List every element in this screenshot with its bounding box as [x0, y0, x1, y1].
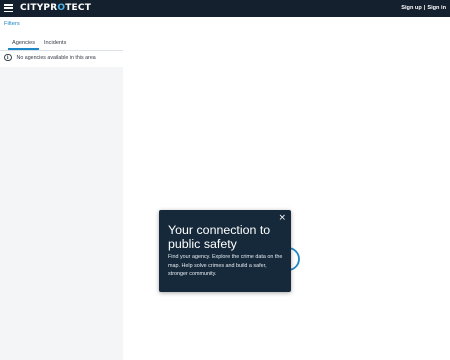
city-protect-logo[interactable]: CITYPROTECT [20, 3, 91, 14]
sidebar-panel: Filters Agencies Incidents i No agencies… [0, 17, 123, 360]
tab-divider [0, 49, 123, 51]
no-agencies-notice: i No agencies available in this area [4, 53, 96, 62]
sign-up-link[interactable]: Sign up [401, 5, 422, 11]
info-icon: i [4, 53, 12, 62]
filters-link[interactable]: Filters [4, 21, 20, 27]
auth-links: Sign up | Sign in [401, 4, 446, 13]
top-navbar: CITYPROTECT Sign up | Sign in [0, 0, 450, 17]
logo-text-start: CITYPR [20, 3, 58, 13]
popup-title: Your connection to public safety [168, 223, 271, 251]
tab-incidents[interactable]: Incidents [44, 38, 66, 49]
auth-separator: | [423, 5, 426, 11]
notice-text: No agencies available in this area [16, 54, 96, 61]
popup-body: Find your agency. Explore the crime data… [168, 254, 283, 278]
logo-text-end: TECT [65, 3, 92, 13]
hamburger-menu-icon[interactable] [4, 4, 13, 13]
sign-in-link[interactable]: Sign in [427, 5, 446, 11]
close-icon[interactable]: × [278, 213, 286, 223]
sidebar-header: Filters Agencies Incidents i No agencies… [0, 17, 123, 67]
intro-popup: × Your connection to public safety Find … [159, 210, 291, 292]
